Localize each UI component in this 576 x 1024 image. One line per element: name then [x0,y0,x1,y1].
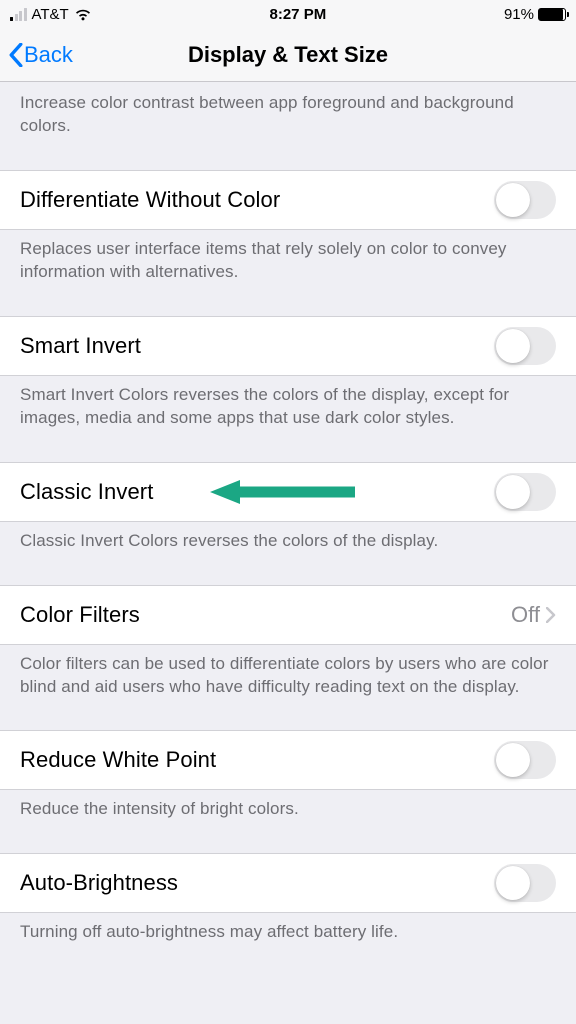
color-filters-description: Color filters can be used to differentia… [0,645,576,711]
arrow-annotation-icon [210,477,360,507]
wifi-icon [74,8,92,21]
row-label: Reduce White Point [20,747,216,773]
chevron-left-icon [8,43,24,67]
row-label: Classic Invert [20,479,153,505]
differentiate-without-color-row[interactable]: Differentiate Without Color [0,170,576,230]
chevron-right-icon [546,607,556,623]
reduce-white-point-description: Reduce the intensity of bright colors. [0,790,576,833]
classic-invert-description: Classic Invert Colors reverses the color… [0,522,576,565]
value-text: Off [511,602,540,628]
color-filters-row[interactable]: Color Filters Off [0,585,576,645]
back-button[interactable]: Back [0,42,73,68]
status-bar: AT&T 8:27 PM 91% [0,0,576,28]
status-time: 8:27 PM [270,6,327,23]
row-label: Differentiate Without Color [20,187,280,213]
classic-invert-row[interactable]: Classic Invert [0,462,576,522]
smart-invert-description: Smart Invert Colors reverses the colors … [0,376,576,442]
back-label: Back [24,42,73,68]
signal-strength-icon [10,8,27,21]
differentiate-without-color-description: Replaces user interface items that rely … [0,230,576,296]
row-label: Color Filters [20,602,140,628]
smart-invert-toggle[interactable] [494,327,556,365]
color-filters-value: Off [511,602,556,628]
settings-list[interactable]: Increase color contrast between app fore… [0,82,576,1024]
carrier-label: AT&T [32,6,69,23]
nav-bar: Back Display & Text Size [0,28,576,82]
auto-brightness-description: Turning off auto-brightness may affect b… [0,913,576,956]
auto-brightness-row[interactable]: Auto-Brightness [0,853,576,913]
reduce-white-point-toggle[interactable] [494,741,556,779]
status-right: 91% [504,6,566,23]
contrast-description: Increase color contrast between app fore… [0,82,576,150]
classic-invert-toggle[interactable] [494,473,556,511]
row-label: Smart Invert [20,333,141,359]
reduce-white-point-row[interactable]: Reduce White Point [0,730,576,790]
smart-invert-row[interactable]: Smart Invert [0,316,576,376]
auto-brightness-toggle[interactable] [494,864,556,902]
page-title: Display & Text Size [0,42,576,68]
battery-icon [538,8,566,21]
battery-percent: 91% [504,6,534,23]
status-left: AT&T [10,6,92,23]
row-label: Auto-Brightness [20,870,178,896]
differentiate-without-color-toggle[interactable] [494,181,556,219]
